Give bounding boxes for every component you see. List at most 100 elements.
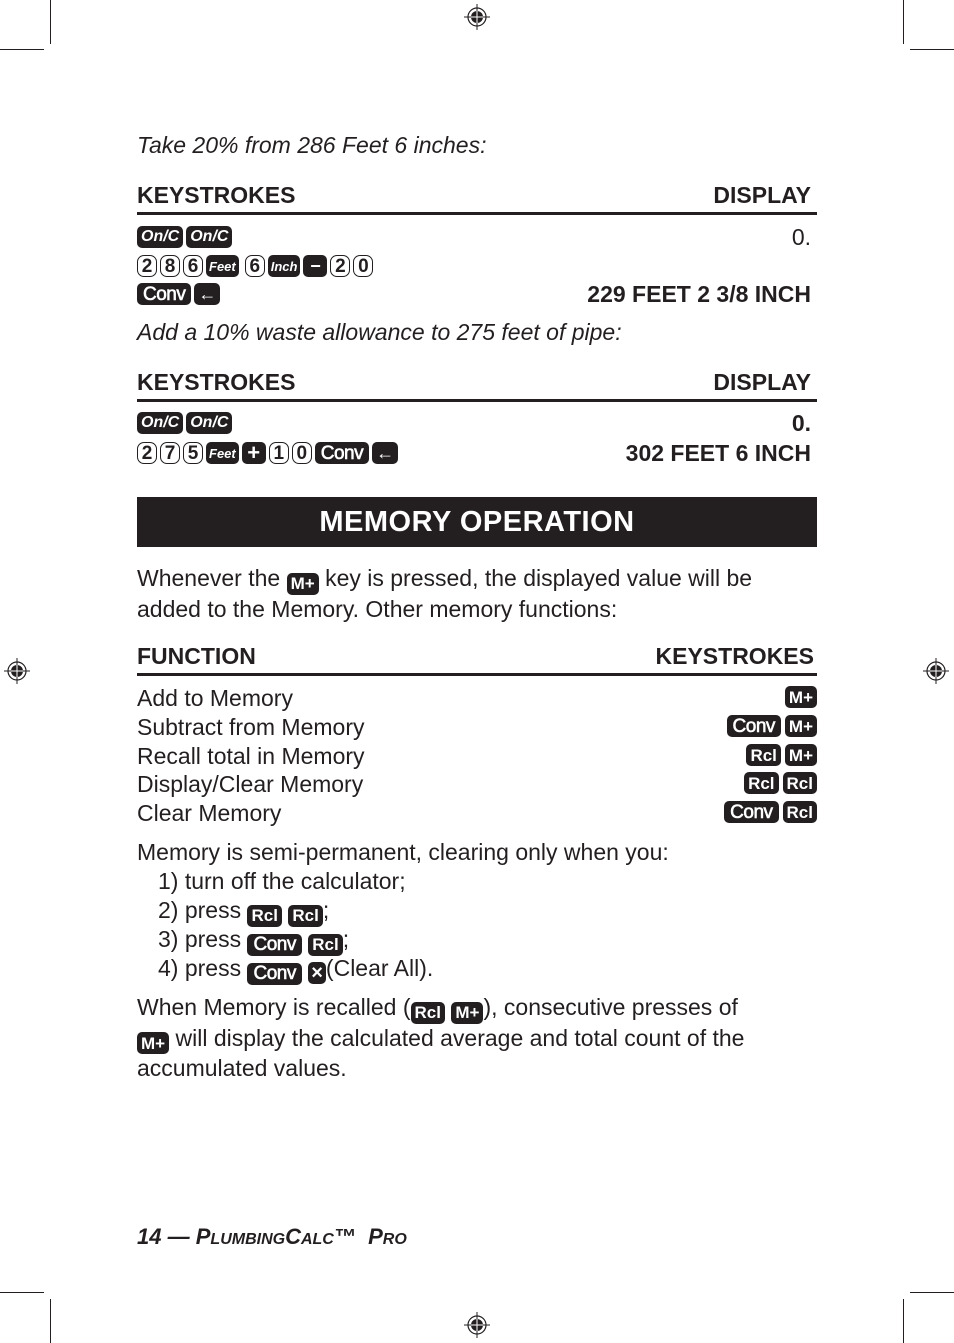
text: added to the Memory. Other memory functi…	[137, 595, 618, 622]
crop-mark	[903, 0, 904, 44]
digit-key: 1	[268, 442, 289, 464]
conv-key: Conv	[314, 442, 370, 464]
text: 4) press	[158, 955, 242, 981]
text: LUMBING	[210, 1231, 286, 1248]
page-number: 14	[137, 1224, 162, 1249]
digit-key: 0	[291, 442, 312, 464]
function-row: Clear Memory Conv Rcl	[137, 799, 817, 827]
on-clear-key: On/C	[186, 412, 233, 434]
function-label: Subtract from Memory	[137, 714, 365, 740]
function-row: Add to Memory M+	[137, 684, 817, 712]
rcl-key: Rcl	[288, 904, 323, 927]
multiply-key: ×	[308, 962, 326, 984]
registration-mark-icon	[464, 1312, 490, 1338]
display-heading: DISPLAY	[713, 182, 811, 208]
function-row: Subtract from Memory Conv M+	[137, 713, 817, 741]
function-row: Display/Clear Memory Rcl Rcl	[137, 770, 817, 798]
text: RO	[382, 1231, 407, 1248]
registration-mark-icon	[923, 658, 949, 684]
digit-key: 5	[183, 442, 203, 464]
example-intro: Add a 10% waste allowance to 275 feet of…	[137, 319, 622, 345]
digit-key: 8	[160, 255, 180, 277]
digit-key: 7	[160, 442, 180, 464]
text: When Memory is recalled (	[137, 994, 411, 1020]
brand-name: PLUMBINGCALC™ PRO	[196, 1224, 407, 1249]
digit-key: 6	[244, 255, 265, 277]
function-label: Display/Clear Memory	[137, 771, 364, 797]
m-plus-key: M+	[784, 715, 817, 737]
crop-mark	[0, 1292, 44, 1293]
function-heading: FUNCTION	[137, 643, 256, 669]
inch-key: Inch	[267, 255, 301, 277]
crop-mark	[910, 49, 954, 50]
function-label: Clear Memory	[137, 800, 282, 826]
conv-key: Conv	[726, 715, 781, 737]
text: Whenever the	[137, 565, 281, 591]
trademark-symbol: ™	[333, 1224, 356, 1249]
keystroke-row: 2 7 5 Feet + 1 0 Conv ← 302 FEET 6 INCH	[137, 439, 817, 467]
backspace-key: ←	[194, 283, 221, 305]
display-value: 0.	[791, 224, 811, 250]
display-value: 229 FEET 2 3/8 INCH	[587, 281, 811, 307]
keystroke-row: On/C On/C 0.	[137, 409, 817, 437]
clear-condition-item: 1) turn off the calculator;	[158, 867, 406, 896]
footer-dash: —	[167, 1224, 190, 1249]
text: P	[368, 1224, 383, 1249]
keystroke-row: 2 8 6 Feet 6 Inch − 2 0	[137, 252, 817, 280]
digit-key: 2	[330, 255, 351, 277]
rcl-key: Rcl	[744, 772, 779, 794]
function-label: Recall total in Memory	[137, 743, 365, 769]
rcl-key: Rcl	[308, 933, 343, 956]
crop-mark	[0, 49, 44, 50]
section-title: MEMORY OPERATION	[137, 497, 817, 547]
page-footer: 14 — PLUMBINGCALC™ PRO	[137, 1224, 407, 1250]
conv-key: Conv	[247, 933, 302, 956]
text: P	[195, 1224, 211, 1249]
keystrokes-heading: KEYSTROKES	[655, 643, 814, 669]
keystroke-row: Conv ← 229 FEET 2 3/8 INCH	[137, 280, 817, 308]
m-plus-key: M+	[784, 686, 817, 708]
text: ;	[342, 926, 350, 952]
text: accumulated values.	[137, 1055, 347, 1081]
on-clear-key: On/C	[186, 226, 233, 248]
rcl-key: Rcl	[782, 801, 817, 823]
display-value: 0.	[791, 410, 811, 436]
keystrokes-heading: KEYSTROKES	[137, 369, 296, 395]
text: (Clear All).	[325, 955, 434, 981]
text: 1) turn off the calculator;	[158, 868, 406, 894]
conv-key: Conv	[724, 801, 779, 823]
keystrokes-heading: KEYSTROKES	[137, 182, 296, 208]
function-row: Recall total in Memory Rcl M+	[137, 742, 817, 770]
digit-key: 0	[353, 255, 374, 277]
text: 3) press	[158, 926, 242, 952]
registration-mark-icon	[464, 4, 490, 30]
text: ), consecutive presses of	[483, 994, 738, 1020]
backspace-key: ←	[372, 442, 399, 464]
m-plus-key: M+	[137, 1032, 170, 1054]
rcl-key: Rcl	[247, 904, 282, 927]
m-plus-key: M+	[451, 1001, 484, 1024]
m-plus-key: M+	[286, 572, 319, 595]
rcl-key: Rcl	[782, 772, 817, 794]
crop-mark	[50, 1299, 51, 1343]
keystroke-row: On/C On/C 0.	[137, 223, 817, 251]
minus-key: −	[303, 255, 328, 277]
function-label: Add to Memory	[137, 685, 293, 711]
text: will display the calculated average and …	[175, 1024, 745, 1051]
function-table-header: FUNCTION KEYSTROKES	[137, 643, 817, 676]
recall-paragraph: When Memory is recalled (Rcl M+), consec…	[137, 993, 827, 1083]
text: 2) press	[158, 897, 242, 923]
rcl-key: Rcl	[746, 744, 781, 766]
text: C	[285, 1224, 301, 1249]
digit-key: 2	[137, 255, 157, 277]
keystrokes-table-header: KEYSTROKES DISPLAY	[137, 369, 817, 402]
example-intro: Take 20% from 286 Feet 6 inches:	[137, 132, 487, 158]
on-clear-key: On/C	[137, 412, 184, 434]
feet-key: Feet	[206, 442, 239, 464]
digit-key: 2	[137, 442, 157, 464]
memory-intro-paragraph: Whenever the M+ key is pressed, the disp…	[137, 564, 827, 624]
text: key is pressed, the displayed value will…	[325, 565, 753, 591]
text: ALC	[300, 1231, 334, 1248]
plus-key: +	[241, 442, 266, 464]
crop-mark	[50, 0, 51, 44]
